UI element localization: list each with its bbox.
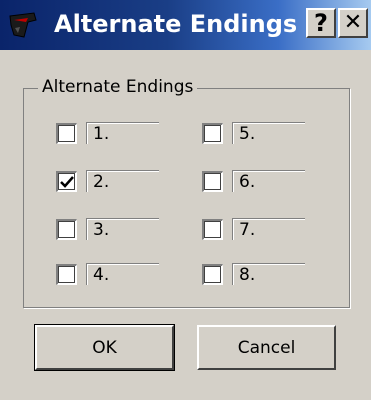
help-button[interactable]: ? (306, 8, 336, 38)
window-title: Alternate Endings (54, 10, 298, 38)
ok-button-label: OK (92, 337, 117, 358)
close-icon: ✕ (343, 10, 363, 35)
ending-7-label: 7. (232, 218, 305, 240)
ending-6-label: 6. (232, 170, 305, 192)
help-icon: ? (314, 9, 328, 37)
ending-3-checkbox[interactable] (56, 219, 77, 240)
cancel-button-label: Cancel (237, 337, 296, 358)
ending-2-label: 2. (86, 170, 159, 192)
ending-1-checkbox[interactable] (56, 123, 77, 144)
ending-7-checkbox[interactable] (202, 219, 223, 240)
ending-6-checkbox[interactable] (202, 171, 223, 192)
ending-1-label: 1. (86, 122, 159, 144)
ending-2-checkbox[interactable] (56, 171, 77, 192)
ending-5-label: 5. (232, 122, 305, 144)
group-label: Alternate Endings (38, 77, 198, 97)
ending-3-label: 3. (86, 218, 159, 240)
ending-4-label: 4. (86, 263, 159, 285)
ending-8-checkbox[interactable] (202, 264, 223, 285)
ok-button[interactable]: OK (34, 324, 175, 371)
ending-5-checkbox[interactable] (202, 123, 223, 144)
close-button[interactable]: ✕ (338, 8, 368, 38)
app-icon (6, 10, 40, 40)
cancel-button[interactable]: Cancel (197, 325, 336, 370)
ending-8-label: 8. (232, 263, 305, 285)
ending-4-checkbox[interactable] (56, 264, 77, 285)
checkmark-icon (60, 176, 74, 188)
title-bar[interactable]: Alternate Endings ? ✕ (0, 0, 371, 50)
